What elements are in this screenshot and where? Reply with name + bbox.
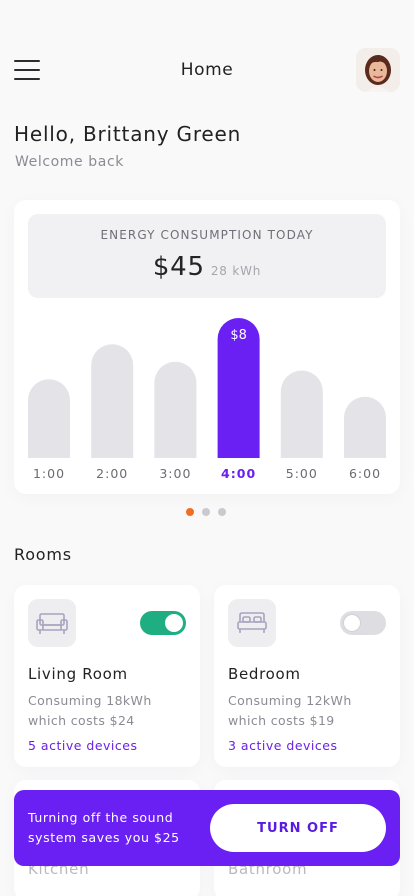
bedroom-toggle[interactable]: [340, 611, 386, 635]
turn-off-button[interactable]: TURN OFF: [210, 804, 386, 852]
room-active-devices: 3 active devices: [228, 738, 338, 753]
chart-bar-1:00[interactable]: [28, 379, 70, 458]
room-name: Living Room: [28, 665, 128, 683]
chart-tick-label: 3:00: [159, 466, 191, 481]
hourly-usage-chart: 1:00 2:00 3:00 4:00 $8 5:00 6:00: [28, 318, 386, 481]
living-room-toggle[interactable]: [140, 611, 186, 635]
chart-bar-6:00[interactable]: [344, 396, 386, 458]
room-card-living-room[interactable]: Living Room Consuming 18kWh which costs …: [14, 585, 200, 767]
pager-dot[interactable]: [218, 508, 226, 516]
pager-dot[interactable]: [202, 508, 210, 516]
carousel-pager: [186, 508, 226, 516]
room-cost: which costs $24: [28, 713, 135, 728]
chart-data-label: $8: [230, 328, 247, 343]
savings-message: Turning off the sound system saves you $…: [28, 810, 180, 845]
room-name: Bedroom: [228, 665, 301, 683]
pager-dot[interactable]: [186, 508, 194, 516]
savings-banner: Turning off the sound system saves you $…: [14, 790, 400, 866]
chart-tick-label: 1:00: [33, 466, 65, 481]
page-title: Home: [180, 60, 234, 80]
avatar-portrait-icon: [356, 48, 400, 92]
chart-bar-2:00[interactable]: [91, 344, 134, 458]
room-cost: which costs $19: [228, 713, 335, 728]
sofa-icon: [36, 613, 68, 634]
welcome-subtitle: Welcome back: [15, 154, 124, 170]
room-card-bedroom[interactable]: Bedroom Consuming 12kWh which costs $19 …: [214, 585, 400, 767]
chart-bar-3:00[interactable]: [154, 361, 197, 458]
chart-tick-label: 5:00: [286, 466, 318, 481]
room-active-devices: 5 active devices: [28, 738, 138, 753]
avatar[interactable]: [356, 48, 400, 92]
room-consumption: Consuming 18kWh: [28, 693, 152, 708]
energy-consumption-card: ENERGY CONSUMPTION TODAY $45 28 kWh 1:00…: [14, 200, 400, 494]
room-consumption: Consuming 12kWh: [228, 693, 352, 708]
rooms-heading: Rooms: [14, 545, 72, 564]
chart-tick-label: 4:00: [221, 466, 256, 481]
chart-bar-5:00[interactable]: [280, 370, 323, 459]
home-screen: Home Hello, Brittany Green Welcome back …: [0, 0, 414, 896]
greeting-heading: Hello, Brittany Green: [14, 122, 242, 146]
chart-tick-label: 6:00: [349, 466, 381, 481]
chart-tick-label: 2:00: [96, 466, 128, 481]
room-icon-tile: [228, 599, 276, 647]
bed-icon: [237, 612, 267, 633]
room-icon-tile: [28, 599, 76, 647]
